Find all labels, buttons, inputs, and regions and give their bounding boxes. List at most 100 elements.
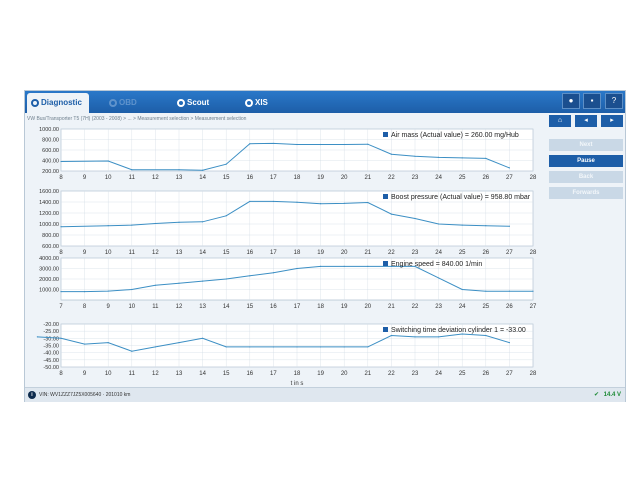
info-icon[interactable]: i <box>28 391 36 399</box>
x-tick-label: 8 <box>59 371 63 377</box>
x-tick-label: 22 <box>388 371 395 377</box>
x-tick-label: 26 <box>482 250 489 256</box>
obd-icon <box>109 99 117 107</box>
x-tick-label: 9 <box>107 304 111 310</box>
legend-label-2: Engine speed = 840.00 1/min <box>391 261 482 268</box>
data-point <box>296 346 298 348</box>
data-point <box>438 277 440 279</box>
x-tick-label: 12 <box>152 175 159 181</box>
y-tick-label: 2000.00 <box>39 277 59 283</box>
x-tick-label: 28 <box>530 175 537 181</box>
y-tick-label: -40.00 <box>43 351 59 357</box>
x-tick-label: 20 <box>364 304 371 310</box>
data-point <box>202 221 204 223</box>
x-tick-label: 26 <box>482 175 489 181</box>
data-point <box>107 342 109 344</box>
check-icon: ✔ <box>593 392 599 398</box>
back-button[interactable]: Back <box>549 171 623 183</box>
data-point <box>367 201 369 204</box>
breadcrumb: VW Bus/Transporter T5 (7H) (2003 - 2008)… <box>27 116 247 122</box>
y-tick-label: 1200.00 <box>39 211 59 217</box>
data-point <box>414 336 416 338</box>
data-point <box>485 225 487 227</box>
x-tick-label: 22 <box>388 250 395 256</box>
x-tick-label: 10 <box>128 304 135 310</box>
data-point <box>272 200 274 203</box>
legend-swatch-3 <box>383 327 388 332</box>
xis-icon <box>245 99 253 107</box>
x-tick-label: 15 <box>246 304 253 310</box>
data-point <box>272 346 274 348</box>
x-tick-label: 21 <box>364 371 371 377</box>
x-tick-label: 12 <box>176 304 183 310</box>
x-tick-label: 18 <box>317 304 324 310</box>
data-point <box>461 157 463 159</box>
x-tick-label: 19 <box>341 304 348 310</box>
legend-swatch-2 <box>383 261 388 266</box>
data-point <box>485 334 487 337</box>
y-tick-label: -20.00 <box>43 322 59 328</box>
legend-swatch-0 <box>383 132 388 137</box>
data-point <box>249 346 251 348</box>
y-tick-label: 1000.00 <box>39 288 59 294</box>
back-arrow-icon[interactable]: ◂ <box>575 115 597 127</box>
data-point <box>131 288 133 291</box>
data-point <box>390 153 392 155</box>
x-tick-label: 8 <box>59 175 63 181</box>
data-point <box>461 224 463 226</box>
x-tick-label: 15 <box>223 175 230 181</box>
data-point <box>367 265 369 267</box>
x-tick-label: 14 <box>223 304 230 310</box>
help-button[interactable]: ? <box>605 93 623 109</box>
data-point <box>107 225 109 227</box>
x-tick-label: 25 <box>459 175 466 181</box>
tab-obd[interactable]: OBD <box>105 93 155 113</box>
data-point <box>343 265 345 267</box>
y-tick-label: 200.00 <box>42 169 59 175</box>
chat-icon[interactable]: ▪ <box>583 93 601 109</box>
x-tick-label: 9 <box>83 371 87 377</box>
tab-xis[interactable]: XIS <box>241 93 291 113</box>
voltage-readout: 14.4 V <box>603 392 621 398</box>
circle-icon[interactable]: ● <box>562 93 580 109</box>
diagnostic-icon <box>31 99 39 107</box>
y-tick-label: 1400.00 <box>39 200 59 206</box>
x-tick-label: 21 <box>364 250 371 256</box>
y-tick-label: -45.00 <box>43 358 59 364</box>
data-point <box>154 222 156 225</box>
x-tick-label: 8 <box>83 304 87 310</box>
forward-arrow-icon[interactable]: ▸ <box>601 115 623 127</box>
data-point <box>249 143 251 145</box>
data-point <box>296 267 298 270</box>
data-point <box>438 336 440 338</box>
forwards-button[interactable]: Forwards <box>549 187 623 199</box>
data-point <box>320 143 322 146</box>
x-tick-label: 23 <box>435 304 442 310</box>
home-button[interactable]: ⌂ <box>549 115 571 127</box>
x-tick-label: 16 <box>270 304 277 310</box>
x-tick-label: 27 <box>506 175 513 181</box>
data-point <box>320 265 322 267</box>
data-point <box>320 203 322 205</box>
x-tick-label: 10 <box>105 175 112 181</box>
x-tick-label: 17 <box>270 371 277 377</box>
data-point <box>485 157 487 159</box>
data-point <box>508 225 510 227</box>
tab-diagnostic[interactable]: Diagnostic <box>27 93 89 113</box>
x-tick-label: 25 <box>459 250 466 256</box>
x-tick-label: 23 <box>412 175 419 181</box>
x-tick-label: 14 <box>199 250 206 256</box>
pause-button[interactable]: Pause <box>549 155 623 167</box>
x-tick-label: 12 <box>152 371 159 377</box>
data-point <box>249 275 251 277</box>
data-point <box>343 346 345 348</box>
y-tick-label: -50.00 <box>43 365 59 371</box>
tab-scout[interactable]: Scout <box>173 93 223 113</box>
y-tick-label: 4000.00 <box>39 256 59 262</box>
data-point <box>60 226 62 228</box>
x-tick-label: 13 <box>176 175 183 181</box>
x-tick-label: 9 <box>83 250 87 256</box>
next-button[interactable]: Next <box>549 139 623 151</box>
x-tick-label: 12 <box>152 250 159 256</box>
data-point <box>154 284 156 286</box>
